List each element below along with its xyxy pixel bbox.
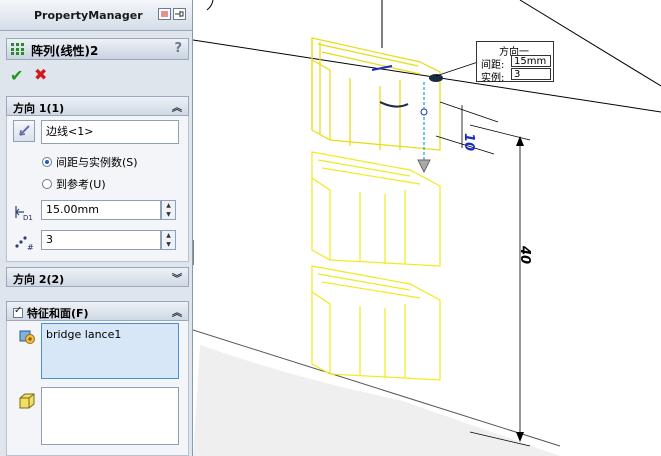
expand-collapse-icon[interactable] xyxy=(158,8,171,20)
spin-up-icon[interactable]: ▲ xyxy=(162,201,175,210)
pin-icon[interactable] xyxy=(173,8,186,20)
feature-name: 阵列(线性)2 xyxy=(31,44,99,58)
instances-input[interactable]: 3 xyxy=(41,230,161,250)
faces-list[interactable] xyxy=(41,387,179,445)
reverse-direction-icon[interactable] xyxy=(13,120,35,142)
callout-leader xyxy=(435,61,479,77)
spacing-spinner[interactable]: ▲ ▼ xyxy=(161,200,176,220)
property-manager-header: PropertyManager xyxy=(0,0,192,31)
callout-spacing-value[interactable]: 15mm xyxy=(511,55,551,67)
ok-button[interactable]: ✔ xyxy=(10,66,23,85)
sheet-edge xyxy=(193,39,661,113)
radio-up-to-reference[interactable]: 到参考(U) xyxy=(42,176,106,192)
features-list[interactable]: bridge lance1 xyxy=(41,323,179,379)
features-body: bridge lance1 xyxy=(6,321,189,456)
spacing-input[interactable]: 15.00mm xyxy=(41,200,161,220)
spin-down-icon[interactable]: ▼ xyxy=(162,240,175,249)
features-label: 特征和面(F) xyxy=(27,307,89,320)
instances-icon-label: # xyxy=(27,243,34,252)
dimension-40-lines xyxy=(469,124,531,447)
cancel-button[interactable]: ✖ xyxy=(34,65,47,84)
faces-to-pattern-icon xyxy=(17,391,37,411)
direction1-body: 边线<1> 间距与实例数(S) 到参考(U) D1 15.00mm ▲ ▼ # 3… xyxy=(6,116,189,262)
chevron-up-icon[interactable]: ︽ xyxy=(172,99,182,114)
property-manager-title: PropertyManager xyxy=(34,9,143,22)
feature-title-bar: 阵列(线性)2 ? xyxy=(6,38,189,60)
instances-spinner[interactable]: ▲ ▼ xyxy=(161,230,176,250)
radio-spacing-instances[interactable]: 间距与实例数(S) xyxy=(42,154,138,170)
radio-reference-label: 到参考(U) xyxy=(56,178,106,191)
spacing-icon-label: D1 xyxy=(23,214,33,222)
pattern-instance-2 xyxy=(311,151,441,267)
header-buttons xyxy=(158,8,188,22)
graphics-area[interactable]: 10 40 xyxy=(193,0,661,456)
direction1-label: 方向 1(1) xyxy=(13,102,65,115)
property-manager-panel: PropertyManager 阵列(线性)2 ? ✔ ✖ 方向 1(1) ︽ xyxy=(0,0,193,456)
drag-handle[interactable] xyxy=(420,108,428,116)
pattern-instance-1 xyxy=(311,37,441,151)
radio-spacing-label: 间距与实例数(S) xyxy=(56,156,138,169)
direction-arrow-icon[interactable] xyxy=(417,159,431,174)
features-label-wrap: 特征和面(F) xyxy=(13,305,89,321)
sheet-thickness-shade xyxy=(193,345,560,456)
radio-unselected-indicator xyxy=(42,179,52,189)
instances-icon: # xyxy=(13,232,34,252)
spin-up-icon[interactable]: ▲ xyxy=(162,231,175,240)
rotate-handle[interactable] xyxy=(429,74,443,82)
callout-instances-value[interactable]: 3 xyxy=(511,68,551,80)
rotation-arc-icon xyxy=(379,101,409,108)
dimension-10-label[interactable]: 10 xyxy=(461,133,476,151)
callout-instances-label: 实例: xyxy=(481,73,505,84)
direction1-header[interactable]: 方向 1(1) ︽ xyxy=(6,96,189,116)
corner-arc xyxy=(206,0,214,11)
features-checkbox[interactable] xyxy=(13,305,23,318)
linear-pattern-icon xyxy=(11,43,25,55)
help-button[interactable]: ? xyxy=(174,41,182,56)
direction2-label: 方向 2(2) xyxy=(13,273,65,286)
list-item[interactable]: bridge lance1 xyxy=(46,328,121,341)
features-to-pattern-icon xyxy=(17,327,37,347)
spacing-icon: D1 xyxy=(13,202,33,222)
features-header[interactable]: 特征和面(F) ︽ xyxy=(6,301,189,321)
chevron-down-icon[interactable]: ︾ xyxy=(172,270,182,285)
spin-down-icon[interactable]: ▼ xyxy=(162,210,175,219)
pattern-instance-3 xyxy=(311,265,441,381)
direction-callout[interactable]: 方向一 间距: 15mm 实例: 3 xyxy=(476,41,554,84)
radio-selected-indicator xyxy=(42,157,52,167)
dimension-40-label[interactable]: 40 xyxy=(517,245,532,264)
direction2-header[interactable]: 方向 2(2) ︾ xyxy=(6,267,189,287)
chevron-up-icon[interactable]: ︽ xyxy=(172,304,182,319)
direction-edge-field[interactable]: 边线<1> xyxy=(41,120,179,144)
